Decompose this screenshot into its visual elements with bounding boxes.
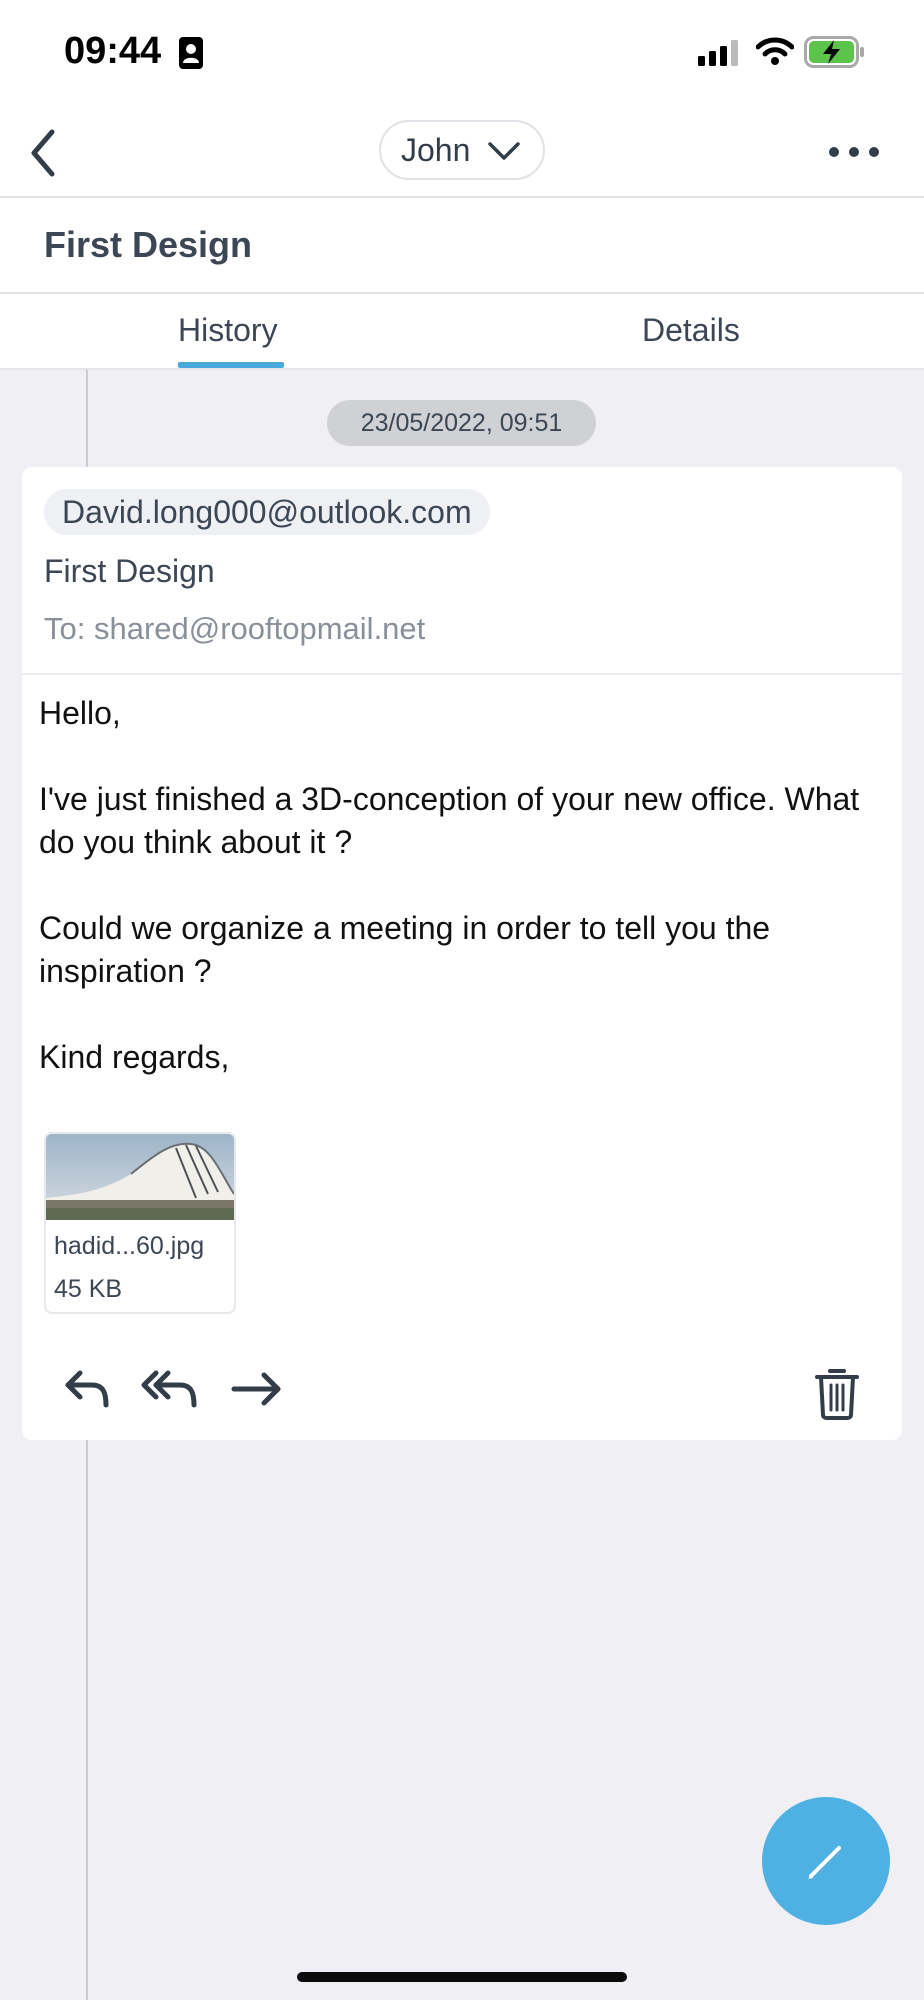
contact-card-icon xyxy=(179,37,203,69)
status-bar: 09:44 xyxy=(0,0,924,104)
page-title: First Design xyxy=(44,224,253,265)
divider xyxy=(22,673,902,675)
chevron-down-icon xyxy=(488,142,520,160)
attachment-name: hadid...60.jpg xyxy=(54,1232,205,1260)
mail-body-paragraph: Hello, xyxy=(39,695,121,731)
home-indicator xyxy=(297,1972,627,1982)
title-bar: First Design xyxy=(0,198,924,294)
reply-all-icon[interactable] xyxy=(140,1367,202,1411)
reply-icon[interactable] xyxy=(62,1367,112,1411)
nav-bar: John xyxy=(0,104,924,198)
attachment-card[interactable]: hadid...60.jpg 45 KB xyxy=(44,1132,236,1314)
forward-icon[interactable] xyxy=(230,1367,284,1411)
tab-history[interactable]: History xyxy=(178,312,278,349)
mail-body: Hello, I've just finished a 3D-conceptio… xyxy=(39,692,884,1122)
mail-recipient: To: shared@rooftopmail.net xyxy=(44,611,426,646)
mail-body-paragraph: Kind regards, xyxy=(39,1039,230,1075)
timeline-date: 23/05/2022, 09:51 xyxy=(327,400,596,446)
status-time: 09:44 xyxy=(64,30,162,72)
tab-bar: History Details xyxy=(0,294,924,370)
sender-chip[interactable]: David.long000@outlook.com xyxy=(44,489,490,535)
mail-card: David.long000@outlook.com First Design T… xyxy=(22,467,902,1440)
battery-charging-icon xyxy=(804,36,864,68)
attachment-thumbnail xyxy=(46,1134,234,1220)
compose-button[interactable] xyxy=(762,1797,890,1925)
more-icon[interactable] xyxy=(826,132,882,172)
pencil-icon xyxy=(808,1846,841,1879)
tab-details[interactable]: Details xyxy=(642,312,740,349)
account-dropdown[interactable]: John xyxy=(379,120,545,180)
mail-body-paragraph: I've just finished a 3D-conception of yo… xyxy=(39,781,860,860)
wifi-icon xyxy=(756,37,794,65)
mail-body-paragraph: Could we organize a meeting in order to … xyxy=(39,910,771,989)
mail-subject: First Design xyxy=(44,553,215,589)
attachment-size: 45 KB xyxy=(54,1275,123,1303)
trash-icon[interactable] xyxy=(814,1367,860,1421)
active-tab-indicator xyxy=(178,362,284,368)
cellular-signal-icon xyxy=(698,40,738,66)
back-icon[interactable] xyxy=(22,126,72,180)
account-name: John xyxy=(401,131,471,168)
